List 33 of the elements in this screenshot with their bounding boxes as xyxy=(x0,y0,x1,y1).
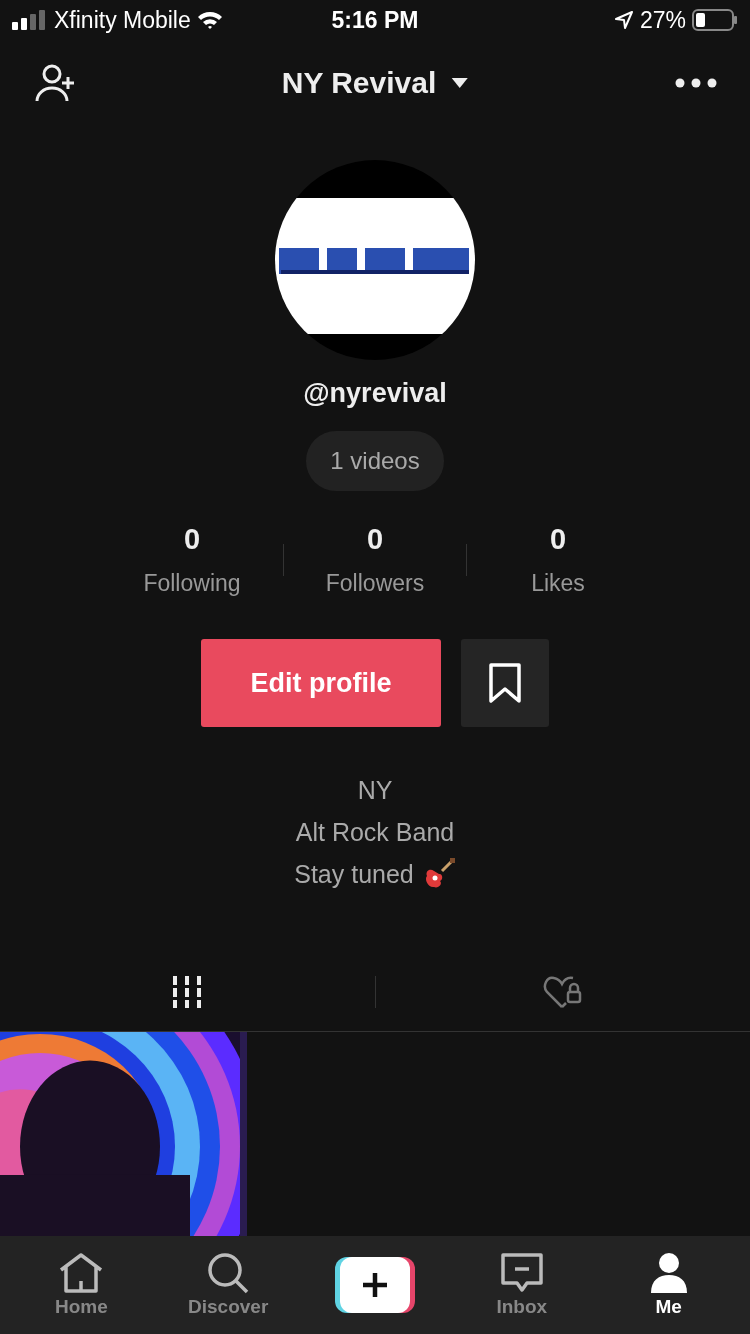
nav-label[interactable]: Discover xyxy=(188,1296,269,1318)
bio-line: Stay tuned xyxy=(294,859,414,889)
nav-label[interactable]: Home xyxy=(55,1296,108,1318)
stat-count: 0 xyxy=(366,523,384,556)
carrier-name: Xfinity Mobile xyxy=(54,6,191,34)
edit-profile-button[interactable]: Edit profile xyxy=(201,639,441,727)
nav-label[interactable]: Me xyxy=(655,1296,682,1318)
battery-icon xyxy=(692,9,738,31)
create-button[interactable] xyxy=(335,1257,415,1313)
bookmark-icon xyxy=(487,662,523,704)
wifi-icon xyxy=(196,10,223,30)
stat-label[interactable]: Following xyxy=(143,570,241,597)
account-title[interactable]: NY Revival xyxy=(281,66,437,100)
stat-count: 0 xyxy=(549,523,567,556)
heart-lock-icon[interactable] xyxy=(542,974,583,1010)
status-time: 5:16 PM xyxy=(331,6,419,34)
signal-icon xyxy=(12,10,48,30)
message-icon[interactable] xyxy=(499,1252,544,1294)
bio-line: Alt Rock Band xyxy=(295,817,455,847)
grid-icon[interactable] xyxy=(171,976,204,1008)
username: @nyrevival xyxy=(303,378,447,409)
stat-label[interactable]: Followers xyxy=(325,570,425,597)
stat-label[interactable]: Likes xyxy=(531,570,585,597)
bookmark-button[interactable] xyxy=(461,639,549,727)
nav-label[interactable]: Inbox xyxy=(496,1296,548,1318)
videos-count: 1 videos xyxy=(306,431,444,491)
more-icon[interactable] xyxy=(674,77,718,89)
battery-percent: 27% xyxy=(639,6,686,34)
caret-icon[interactable] xyxy=(450,77,469,89)
location-icon xyxy=(613,10,634,30)
search-icon[interactable] xyxy=(206,1252,251,1294)
bio-line: NY xyxy=(357,775,393,805)
stat-count: 0 xyxy=(183,523,201,556)
